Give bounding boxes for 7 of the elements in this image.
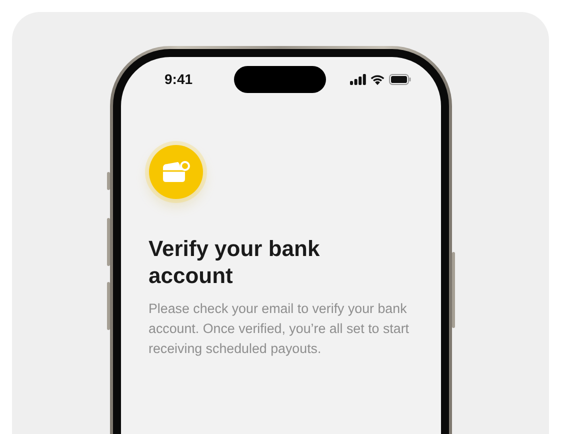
wallet-badge-icon [148, 145, 202, 199]
message-text: Please check your email to verify your bank account. Once verified, you’re all set to start receiving scheduled payouts. [148, 300, 410, 358]
battery-icon [388, 74, 410, 84]
wifi-icon [370, 74, 384, 84]
status-time: 9:41 [164, 71, 193, 87]
screen-title: Verify your bank account [148, 235, 321, 289]
signal-icon [350, 74, 366, 84]
